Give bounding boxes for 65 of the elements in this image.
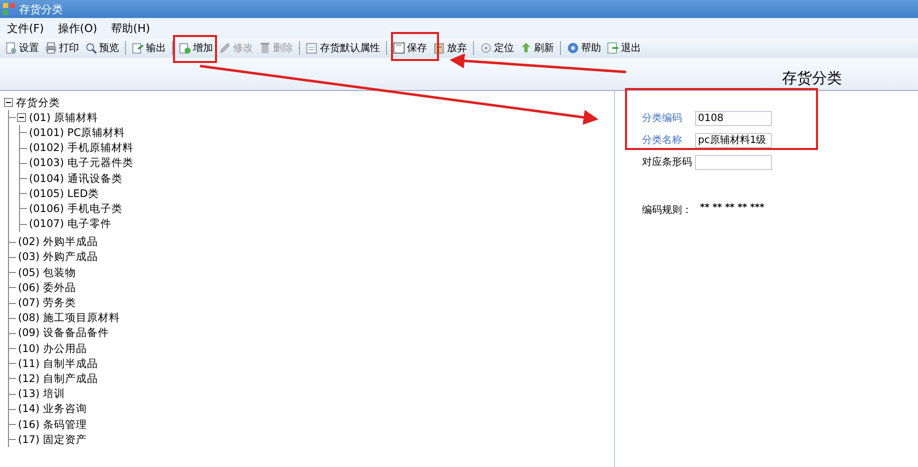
toolbar-button[interactable]: 放弃 [430,39,470,57]
collapse-icon[interactable] [17,113,26,122]
printer-icon [45,42,57,54]
tree-item[interactable]: (07) 劳务类 [17,296,77,310]
tree-item[interactable]: (13) 培训 [17,387,66,402]
toolbar-button[interactable]: 打印 [42,39,82,57]
menu-item[interactable]: 操作(O) [50,20,104,36]
field-label: 对应条形码 [642,156,693,169]
tree-item[interactable]: (12) 自制产成品 [17,372,99,386]
toolbar-button[interactable]: 存货默认属性 [303,39,383,57]
input-field[interactable] [695,154,772,170]
tree-item[interactable]: (11) 自制半成品 [17,356,99,371]
tree-item[interactable]: (0107) 电子零件 [28,217,112,232]
toolbar-button[interactable]: 帮助 [564,39,604,57]
add-icon [179,42,191,54]
tree-item[interactable]: (0106) 手机电子类 [28,202,124,216]
highlight-box [391,32,439,61]
input-field[interactable]: pc原辅材料1级 [695,132,772,148]
tree-item[interactable]: (16) 条码管理 [17,418,88,432]
app-icon [3,3,15,15]
form-title: 存货分类 [782,69,842,89]
toolbar-button[interactable]: 刷新 [517,39,557,57]
toolbar-button[interactable]: 预览 [82,39,122,57]
exit-icon [607,42,619,54]
menu-item[interactable]: 帮助(H) [104,20,158,36]
tree-item[interactable]: (0105) LED类 [28,186,100,201]
field-label: 分类名称 [642,134,683,147]
magnifier-icon [85,42,97,54]
document-icon [5,42,17,54]
rule-value: ** ** ** ** *** [700,203,764,215]
tree-item[interactable]: (0101) PC原辅材料 [28,126,126,140]
highlight-box [173,35,217,63]
tree-item[interactable]: 存货分类 [15,96,61,110]
export-icon [132,42,144,54]
toolbar-button[interactable]: 增加 [176,39,216,57]
tree-item[interactable]: (14) 业务咨询 [17,402,88,416]
tree-item[interactable]: (0102) 手机原辅材料 [28,141,134,156]
toolbar-button[interactable]: 设置 [2,39,42,57]
tree-item[interactable]: (0104) 通讯设备类 [28,172,124,186]
window-title: 存货分类 [19,2,63,16]
floppy-icon [393,42,405,54]
tree-item[interactable]: (05) 包装物 [17,266,77,280]
tree-item[interactable]: (0103) 电子元器件类 [28,156,134,170]
tree-item[interactable]: (17) 固定资产 [17,432,88,447]
toolbar-button[interactable]: 退出 [604,39,644,57]
help-icon [567,42,579,54]
tree-item[interactable]: (06) 委外品 [17,280,77,295]
collapse-icon[interactable] [4,98,13,108]
tree-item[interactable]: (08) 施工项目原材料 [17,311,121,326]
tree-item[interactable]: (02) 外购半成品 [17,235,99,250]
field-label: 分类编码 [642,112,683,125]
toolbar-button[interactable]: 输出 [129,39,169,57]
refresh-icon [520,42,532,54]
tree-item[interactable]: (09) 设备备品备件 [17,326,110,340]
trash-icon [259,42,271,54]
menu-item[interactable]: 文件(F) [0,20,51,36]
tree-item[interactable]: (10) 办公用品 [17,342,88,356]
input-field[interactable]: 0108 [695,110,772,126]
tree-item[interactable]: (01) 原辅材料 [28,110,99,125]
rule-label: 编码规则： [642,204,692,217]
toolbar-button[interactable]: 定位 [477,39,517,57]
tree-item[interactable]: (03) 外购产成品 [17,250,99,264]
toolbar-button[interactable]: 保存 [390,39,430,57]
properties-icon [306,42,318,54]
pencil-icon [219,42,231,54]
